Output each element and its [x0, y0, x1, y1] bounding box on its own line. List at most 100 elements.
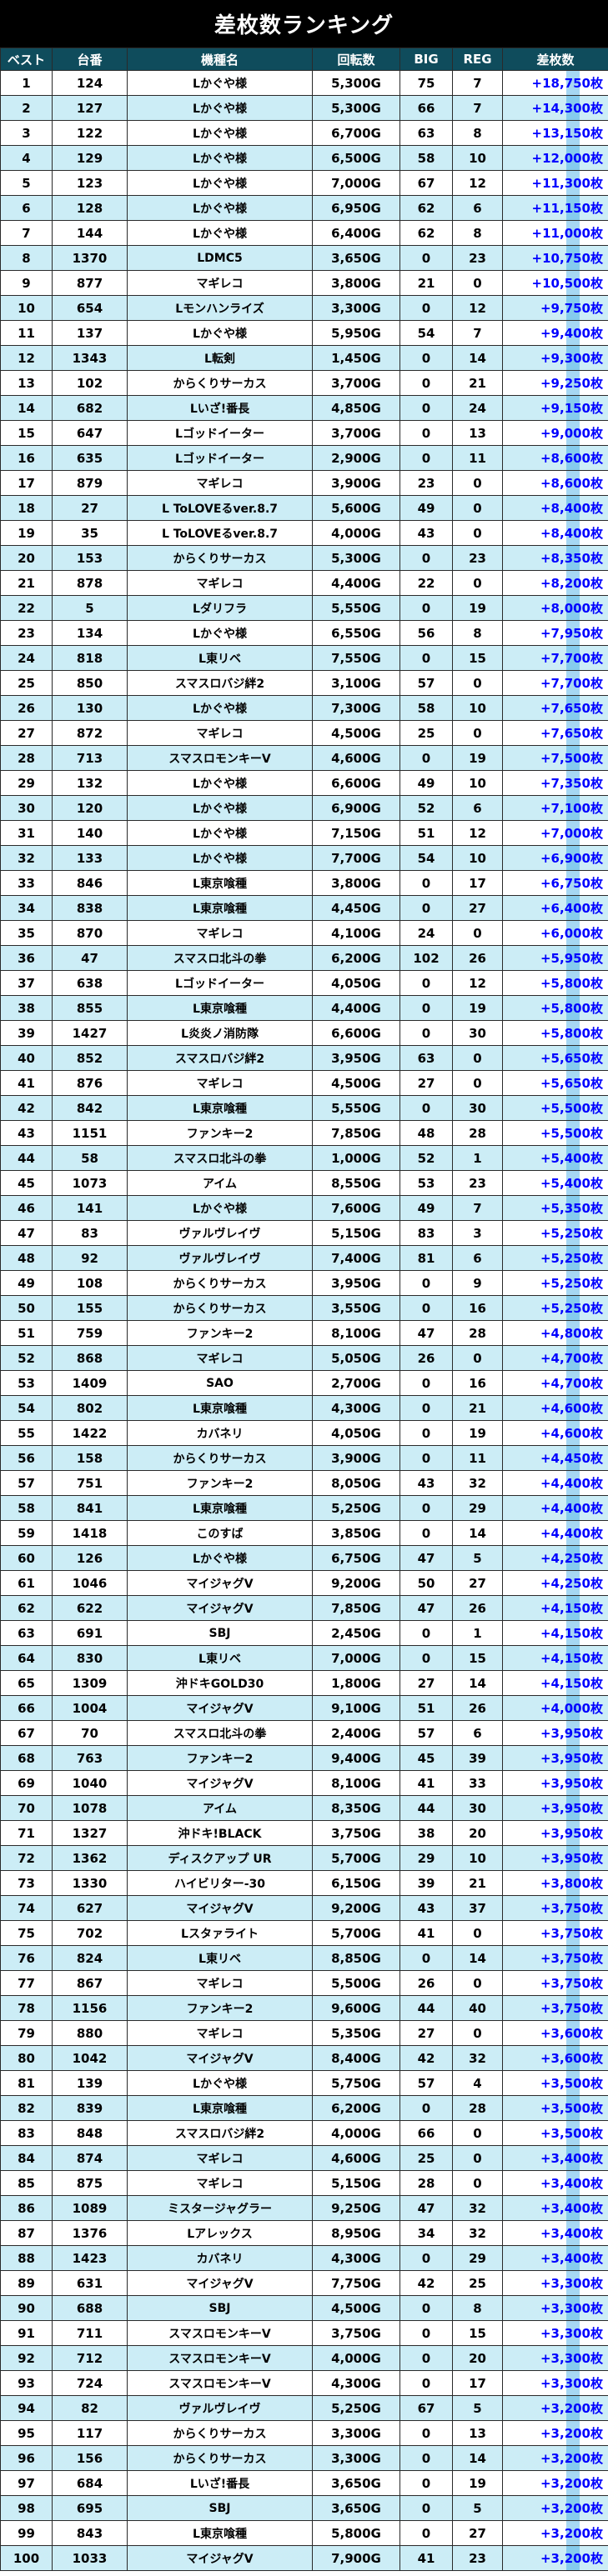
cell-reg: 7 — [452, 320, 503, 346]
cell-reg: 26 — [452, 1595, 503, 1621]
cell-machine-name: Lモンハンライズ — [127, 295, 313, 321]
difference-value: +4,150枚 — [540, 1601, 603, 1616]
cell-spins: 7,000G — [312, 1645, 400, 1671]
cell-difference: +5,800枚 — [502, 970, 608, 996]
cell-difference: +3,200枚 — [502, 2520, 608, 2546]
cell-big: 66 — [399, 95, 453, 121]
cell-reg: 0 — [452, 520, 503, 546]
cell-reg: 0 — [452, 1920, 503, 1946]
cell-rank: 23 — [0, 620, 53, 646]
page-title: 差枚数ランキング — [214, 13, 394, 38]
difference-value: +7,350枚 — [540, 776, 603, 791]
cell-machine-name: カバネリ — [127, 2245, 313, 2271]
table-row: 29 132 Lかぐや様 6,600G 49 10 +7,350枚 — [0, 770, 608, 796]
cell-rank: 33 — [0, 870, 53, 896]
cell-reg: 21 — [452, 1870, 503, 1896]
cell-rank: 71 — [0, 1820, 53, 1846]
table-row: 40 852 スマスロバジ絆2 3,950G 63 0 +5,650枚 — [0, 1045, 608, 1071]
cell-reg: 19 — [452, 995, 503, 1021]
cell-big: 54 — [399, 320, 453, 346]
cell-rank: 43 — [0, 1120, 53, 1146]
cell-machine-number: 843 — [52, 2520, 128, 2546]
cell-difference: +3,500枚 — [502, 2095, 608, 2121]
cell-machine-name: Lかぐや様 — [127, 820, 313, 846]
cell-machine-name: マイジャグV — [127, 1570, 313, 1596]
cell-big: 34 — [399, 2220, 453, 2246]
cell-big: 0 — [399, 2520, 453, 2546]
cell-rank: 66 — [0, 1695, 53, 1721]
cell-reg: 11 — [452, 445, 503, 471]
cell-machine-name: Lアレックス — [127, 2220, 313, 2246]
cell-rank: 16 — [0, 445, 53, 471]
cell-rank: 51 — [0, 1320, 53, 1346]
cell-rank: 64 — [0, 1645, 53, 1671]
table-row: 46 141 Lかぐや様 7,600G 49 7 +5,350枚 — [0, 1195, 608, 1221]
difference-value: +4,600枚 — [540, 1401, 603, 1416]
cell-machine-number: 1309 — [52, 1670, 128, 1696]
table-row: 65 1309 沖ドキGOLD30 1,800G 27 14 +4,150枚 — [0, 1670, 608, 1696]
cell-machine-number: 134 — [52, 620, 128, 646]
cell-machine-number: 875 — [52, 2170, 128, 2196]
table-row: 56 158 からくりサーカス 3,900G 0 11 +4,450枚 — [0, 1445, 608, 1471]
cell-spins: 4,100G — [312, 920, 400, 946]
cell-rank: 74 — [0, 1895, 53, 1921]
difference-value: +5,500枚 — [540, 1126, 603, 1141]
cell-reg: 10 — [452, 845, 503, 871]
cell-machine-number: 682 — [52, 395, 128, 421]
cell-rank: 96 — [0, 2445, 53, 2471]
cell-big: 0 — [399, 2320, 453, 2346]
cell-difference: +3,400枚 — [502, 2145, 608, 2171]
table-row: 83 848 スマスロバジ絆2 4,000G 66 0 +3,500枚 — [0, 2120, 608, 2146]
cell-spins: 7,850G — [312, 1120, 400, 1146]
cell-rank: 21 — [0, 570, 53, 596]
cell-machine-name: スマスロ北斗の拳 — [127, 1720, 313, 1746]
difference-value: +10,500枚 — [531, 276, 603, 291]
cell-big: 83 — [399, 1220, 453, 1246]
cell-machine-number: 870 — [52, 920, 128, 946]
table-row: 28 713 スマスロモンキーV 4,600G 0 19 +7,500枚 — [0, 745, 608, 771]
table-row: 19 35 L ToLOVEるver.8.7 4,000G 43 0 +8,400枚 — [0, 520, 608, 546]
cell-difference: +3,200枚 — [502, 2545, 608, 2571]
cell-rank: 58 — [0, 1495, 53, 1521]
cell-big: 66 — [399, 2120, 453, 2146]
cell-difference: +11,000枚 — [502, 220, 608, 246]
cell-machine-name: スマスロ北斗の拳 — [127, 1145, 313, 1171]
cell-machine-number: 1327 — [52, 1820, 128, 1846]
cell-difference: +9,300枚 — [502, 345, 608, 371]
table-row: 17 879 マギレコ 3,900G 23 0 +8,600枚 — [0, 470, 608, 496]
cell-difference: +14,300枚 — [502, 95, 608, 121]
cell-difference: +4,600枚 — [502, 1395, 608, 1421]
cell-spins: 4,500G — [312, 720, 400, 746]
cell-machine-number: 802 — [52, 1395, 128, 1421]
cell-big: 41 — [399, 1920, 453, 1946]
cell-spins: 3,650G — [312, 245, 400, 271]
difference-value: +8,600枚 — [540, 476, 603, 491]
cell-rank: 27 — [0, 720, 53, 746]
cell-machine-number: 132 — [52, 770, 128, 796]
cell-machine-name: Lかぐや様 — [127, 70, 313, 96]
cell-reg: 0 — [452, 1345, 503, 1371]
cell-reg: 0 — [452, 470, 503, 496]
cell-spins: 4,500G — [312, 1070, 400, 1096]
cell-spins: 7,400G — [312, 1245, 400, 1271]
table-row: 58 841 L東京喰種 5,250G 0 29 +4,400枚 — [0, 1495, 608, 1521]
cell-machine-name: Lゴッドイーター — [127, 970, 313, 996]
cell-machine-name: Lかぐや様 — [127, 695, 313, 721]
cell-machine-name: カバネリ — [127, 1420, 313, 1446]
difference-value: +7,100枚 — [540, 801, 603, 816]
cell-spins: 5,250G — [312, 2395, 400, 2421]
cell-difference: +8,600枚 — [502, 470, 608, 496]
cell-spins: 7,600G — [312, 1195, 400, 1221]
cell-big: 0 — [399, 345, 453, 371]
cell-machine-name: L東京喰種 — [127, 895, 313, 921]
cell-difference: +5,800枚 — [502, 995, 608, 1021]
cell-reg: 7 — [452, 1195, 503, 1221]
table-row: 66 1004 マイジャグV 9,100G 51 26 +4,000枚 — [0, 1695, 608, 1721]
cell-rank: 12 — [0, 345, 53, 371]
table-row: 93 724 スマスロモンキーV 4,300G 0 17 +3,300枚 — [0, 2370, 608, 2396]
table-row: 30 120 Lかぐや様 6,900G 52 6 +7,100枚 — [0, 795, 608, 821]
cell-reg: 17 — [452, 870, 503, 896]
cell-spins: 6,900G — [312, 795, 400, 821]
cell-big: 42 — [399, 2270, 453, 2296]
table-row: 73 1330 ハイビリター-30 6,150G 39 21 +3,800枚 — [0, 1870, 608, 1896]
